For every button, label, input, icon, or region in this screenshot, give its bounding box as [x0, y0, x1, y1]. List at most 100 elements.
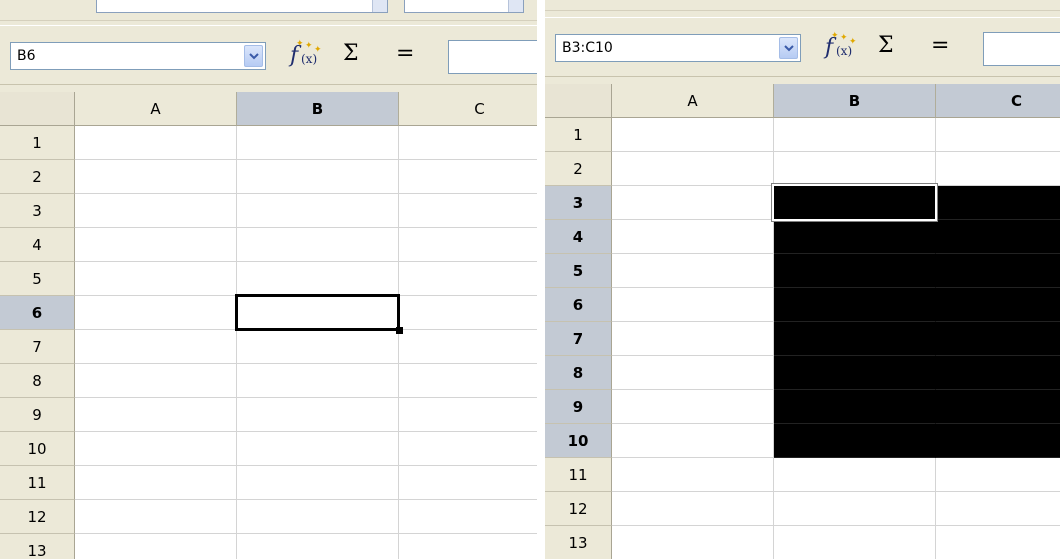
cell-c12[interactable]	[399, 500, 537, 534]
cell-c9[interactable]	[399, 398, 537, 432]
cell-a6[interactable]	[75, 296, 237, 330]
row-header-9[interactable]: 9	[0, 398, 75, 432]
function-wizard-icon[interactable]: f (x) ✦ ✦ ✦	[288, 40, 324, 72]
row-header-13[interactable]: 13	[545, 526, 612, 559]
cell-a7[interactable]	[75, 330, 237, 364]
cell-b1[interactable]	[237, 126, 399, 160]
row-header-10[interactable]: 10	[0, 432, 75, 466]
row-header-6[interactable]: 6	[0, 296, 75, 330]
equals-icon[interactable]: =	[931, 33, 949, 58]
cell-b5[interactable]	[774, 254, 936, 288]
cell-a8[interactable]	[75, 364, 237, 398]
cell-b9[interactable]	[237, 398, 399, 432]
cell-b6[interactable]	[237, 296, 399, 330]
row-header-11[interactable]: 11	[0, 466, 75, 500]
cell-b5[interactable]	[237, 262, 399, 296]
fill-handle[interactable]	[396, 327, 403, 334]
row-header-4[interactable]: 4	[0, 228, 75, 262]
row-header-3[interactable]: 3	[545, 186, 612, 220]
cell-a4[interactable]	[75, 228, 237, 262]
cell-b13[interactable]	[237, 534, 399, 559]
row-header-11[interactable]: 11	[545, 458, 612, 492]
column-header-c[interactable]: C	[399, 92, 537, 126]
cell-a12[interactable]	[75, 500, 237, 534]
cell-b2[interactable]	[237, 160, 399, 194]
row-header-5[interactable]: 5	[545, 254, 612, 288]
row-header-6[interactable]: 6	[545, 288, 612, 322]
cell-a7[interactable]	[612, 322, 774, 356]
column-header-b[interactable]: B	[774, 84, 936, 118]
cell-b11[interactable]	[774, 458, 936, 492]
dropdown-arrow-icon[interactable]	[372, 0, 387, 12]
cell-c10[interactable]	[936, 424, 1060, 458]
cell-b3[interactable]	[774, 186, 936, 220]
cell-c6[interactable]	[399, 296, 537, 330]
font-size-field[interactable]	[404, 0, 524, 13]
cell-a1[interactable]	[612, 118, 774, 152]
column-header-a[interactable]: A	[75, 92, 237, 126]
cell-a1[interactable]	[75, 126, 237, 160]
row-header-8[interactable]: 8	[0, 364, 75, 398]
cell-b8[interactable]	[237, 364, 399, 398]
row-header-1[interactable]: 1	[545, 118, 612, 152]
sum-icon[interactable]: Σ	[343, 41, 359, 66]
cell-b4[interactable]	[774, 220, 936, 254]
cell-c1[interactable]	[936, 118, 1060, 152]
cell-c3[interactable]	[936, 186, 1060, 220]
row-header-10[interactable]: 10	[545, 424, 612, 458]
cell-a3[interactable]	[75, 194, 237, 228]
row-header-12[interactable]: 12	[0, 500, 75, 534]
name-box-dropdown-button[interactable]	[244, 45, 263, 67]
equals-icon[interactable]: =	[396, 41, 414, 66]
column-header-c[interactable]: C	[936, 84, 1060, 118]
cell-c10[interactable]	[399, 432, 537, 466]
cell-c7[interactable]	[399, 330, 537, 364]
row-header-5[interactable]: 5	[0, 262, 75, 296]
cell-c6[interactable]	[936, 288, 1060, 322]
column-header-b[interactable]: B	[237, 92, 399, 126]
cell-b3[interactable]	[237, 194, 399, 228]
cell-a9[interactable]	[75, 398, 237, 432]
cell-b7[interactable]	[237, 330, 399, 364]
row-header-3[interactable]: 3	[0, 194, 75, 228]
select-all-corner[interactable]	[545, 84, 612, 118]
cell-c4[interactable]	[936, 220, 1060, 254]
cell-b4[interactable]	[237, 228, 399, 262]
row-header-13[interactable]: 13	[0, 534, 75, 559]
cell-b10[interactable]	[774, 424, 936, 458]
cell-b9[interactable]	[774, 390, 936, 424]
cell-c8[interactable]	[399, 364, 537, 398]
cell-c13[interactable]	[936, 526, 1060, 559]
row-header-7[interactable]: 7	[545, 322, 612, 356]
cell-a5[interactable]	[75, 262, 237, 296]
row-header-4[interactable]: 4	[545, 220, 612, 254]
row-header-7[interactable]: 7	[0, 330, 75, 364]
cell-c3[interactable]	[399, 194, 537, 228]
formula-input[interactable]	[448, 40, 537, 74]
cell-b8[interactable]	[774, 356, 936, 390]
spreadsheet-grid[interactable]: A B C 1 2 3 4 5 6 7 8 9 10 11 12 13	[0, 92, 537, 559]
cell-c1[interactable]	[399, 126, 537, 160]
function-wizard-icon[interactable]: f (x) ✦ ✦ ✦	[823, 32, 859, 64]
cell-a5[interactable]	[612, 254, 774, 288]
cell-a10[interactable]	[75, 432, 237, 466]
cell-c8[interactable]	[936, 356, 1060, 390]
sum-icon[interactable]: Σ	[878, 33, 894, 58]
cell-c5[interactable]	[936, 254, 1060, 288]
column-header-a[interactable]: A	[612, 84, 774, 118]
cell-b1[interactable]	[774, 118, 936, 152]
cell-c12[interactable]	[936, 492, 1060, 526]
dropdown-arrow-icon[interactable]	[508, 0, 523, 12]
cell-a4[interactable]	[612, 220, 774, 254]
row-header-2[interactable]: 2	[545, 152, 612, 186]
cell-c11[interactable]	[936, 458, 1060, 492]
cell-c13[interactable]	[399, 534, 537, 559]
cell-b11[interactable]	[237, 466, 399, 500]
row-header-12[interactable]: 12	[545, 492, 612, 526]
cell-c7[interactable]	[936, 322, 1060, 356]
cell-a11[interactable]	[612, 458, 774, 492]
cell-b2[interactable]	[774, 152, 936, 186]
cell-b13[interactable]	[774, 526, 936, 559]
cell-a6[interactable]	[612, 288, 774, 322]
spreadsheet-grid[interactable]: A B C 1 2 3 4 5 6 7 8 9 10 11 12 13	[545, 84, 1060, 559]
